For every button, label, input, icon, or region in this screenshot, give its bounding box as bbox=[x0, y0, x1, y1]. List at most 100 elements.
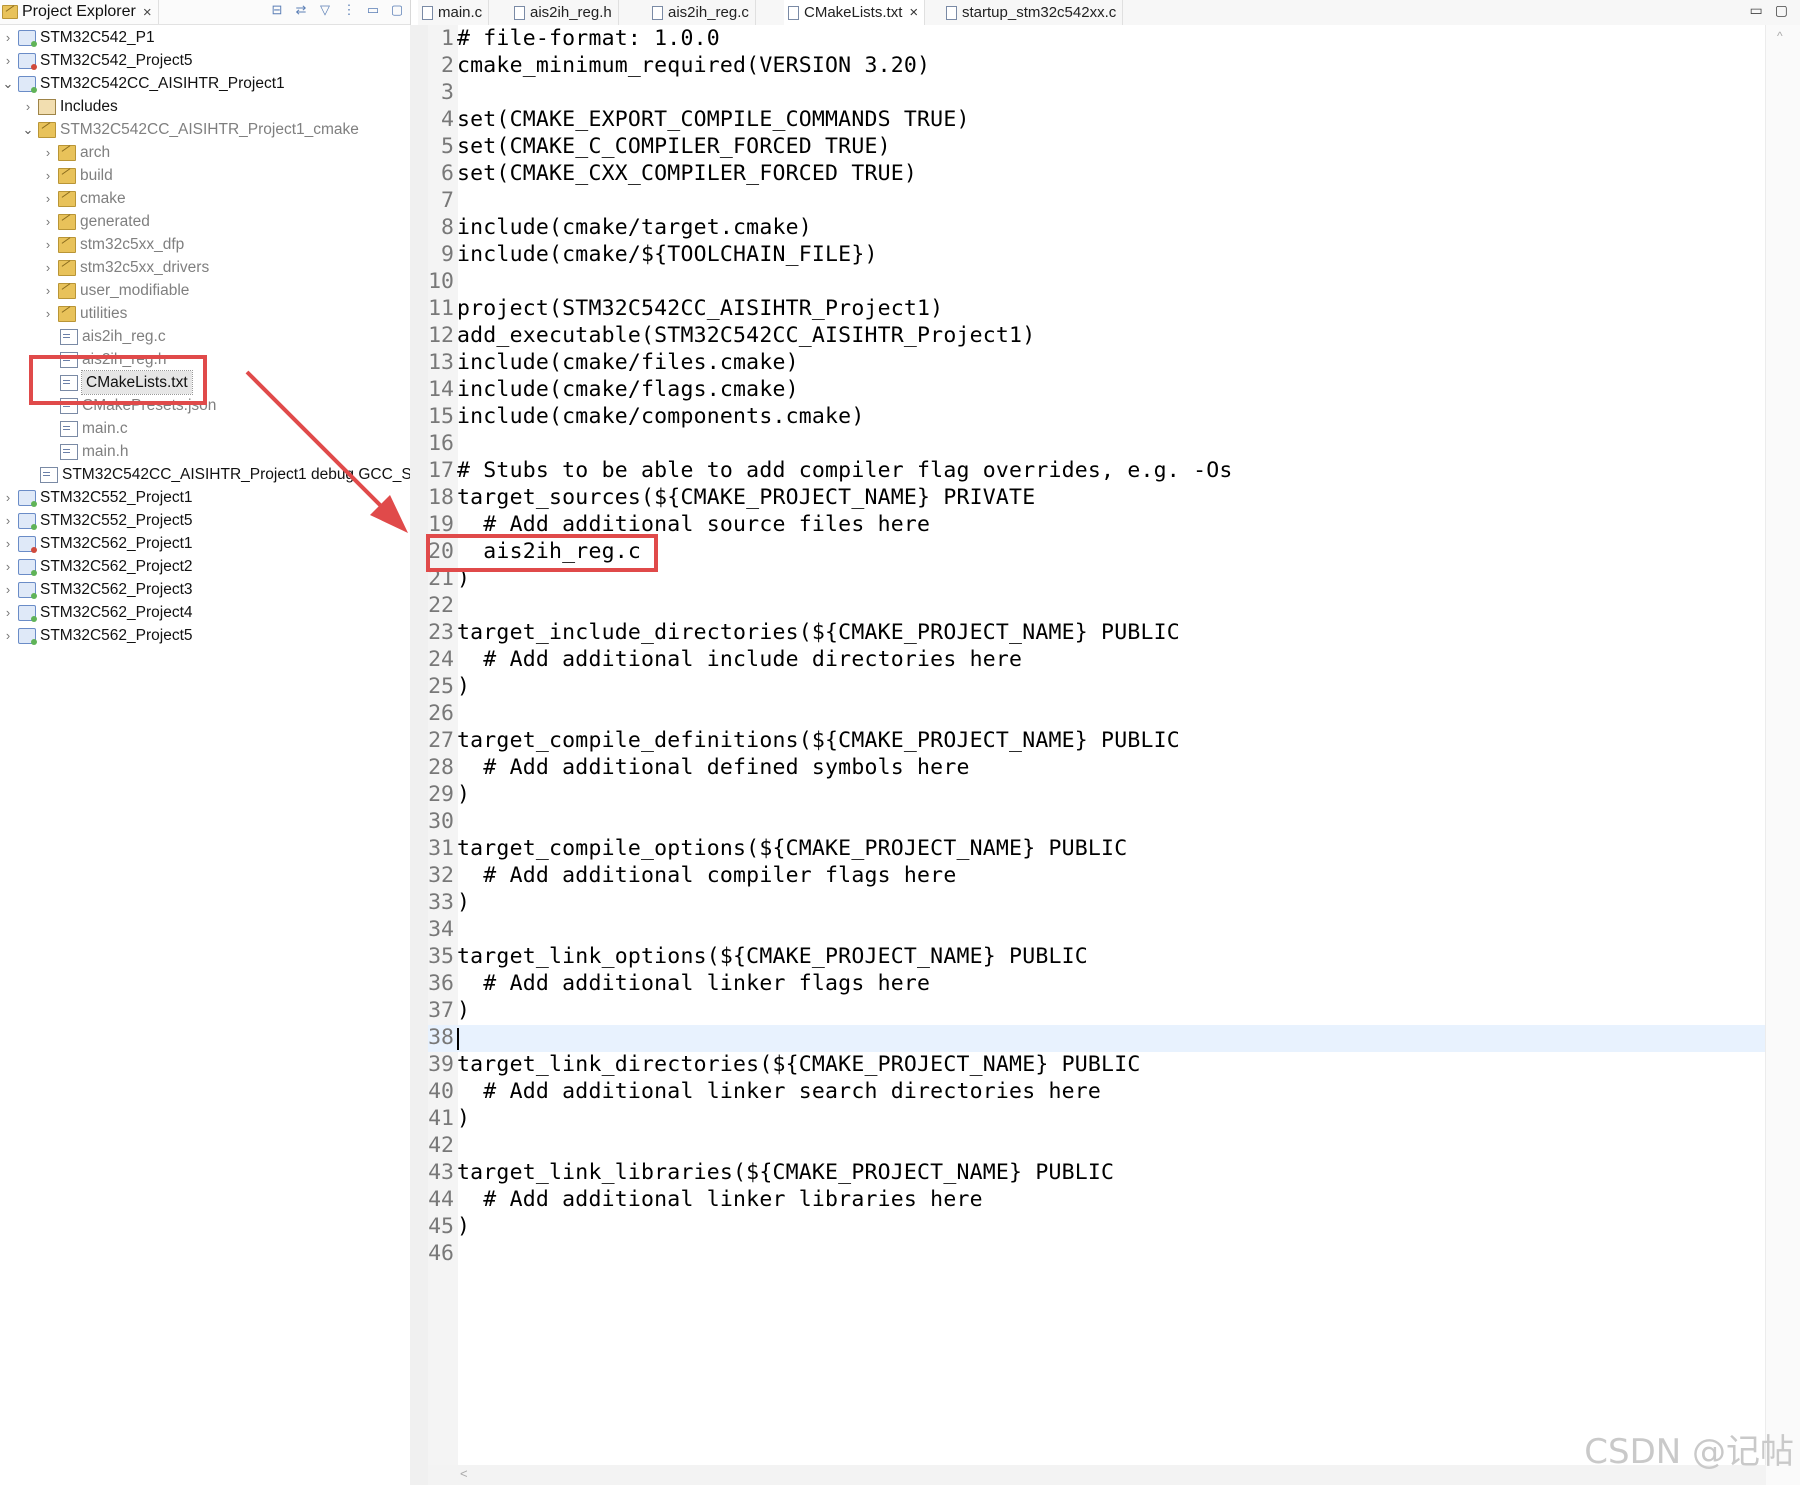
code-line[interactable]: 13 include(cmake/files.cmake) bbox=[428, 349, 799, 376]
code-line[interactable]: 23 target_include_directories(${CMAKE_PRO… bbox=[428, 619, 1180, 646]
chevron-right-icon[interactable]: › bbox=[2, 486, 14, 509]
code-text[interactable]: # Add additional linker flags here bbox=[457, 970, 930, 997]
code-line[interactable]: 7 bbox=[428, 187, 457, 214]
code-line[interactable]: 15 include(cmake/components.cmake) bbox=[428, 403, 864, 430]
code-text[interactable]: cmake_minimum_required(VERSION 3.20) bbox=[457, 52, 930, 79]
code-text[interactable]: target_include_directories(${CMAKE_PROJE… bbox=[457, 619, 1180, 646]
chevron-right-icon[interactable]: › bbox=[22, 95, 34, 118]
code-line[interactable]: 5 set(CMAKE_C_COMPILER_FORCED TRUE) bbox=[428, 133, 891, 160]
code-line[interactable]: 39 target_link_directories(${CMAKE_PROJEC… bbox=[428, 1051, 1141, 1078]
editor-maximize-icon[interactable]: ▢ bbox=[1775, 2, 1788, 19]
code-text[interactable]: ) bbox=[457, 1105, 470, 1132]
code-line[interactable]: 44 # Add additional linker libraries her… bbox=[428, 1186, 983, 1213]
chevron-right-icon[interactable]: › bbox=[42, 302, 54, 325]
tree-item[interactable]: ⌄ STM32C542CC_AISIHTR_Project1 bbox=[0, 72, 285, 95]
code-line[interactable]: 42 bbox=[428, 1132, 457, 1159]
code-line[interactable]: 3 bbox=[428, 79, 457, 106]
tree-item[interactable]: › generated bbox=[0, 210, 150, 233]
code-line[interactable]: 38 bbox=[428, 1024, 457, 1051]
close-icon[interactable]: × bbox=[143, 4, 152, 21]
vertical-scrollbar[interactable]: ^ bbox=[1765, 25, 1800, 1485]
code-line[interactable]: 11 project(STM32C542CC_AISIHTR_Project1) bbox=[428, 295, 943, 322]
collapse-all-icon[interactable]: ⊟ bbox=[270, 2, 284, 18]
code-line[interactable]: 27 target_compile_definitions(${CMAKE_PRO… bbox=[428, 727, 1180, 754]
code-text[interactable]: # Add additional linker libraries here bbox=[457, 1186, 983, 1213]
code-line[interactable]: 17 # Stubs to be able to add compiler fla… bbox=[428, 457, 1233, 484]
chevron-right-icon[interactable]: › bbox=[2, 555, 14, 578]
code-text[interactable]: include(cmake/${TOOLCHAIN_FILE}) bbox=[457, 241, 878, 268]
tree-item[interactable]: › stm32c5xx_drivers bbox=[0, 256, 209, 279]
chevron-right-icon[interactable]: › bbox=[42, 141, 54, 164]
code-text[interactable]: include(cmake/files.cmake) bbox=[457, 349, 799, 376]
code-line[interactable]: 2 cmake_minimum_required(VERSION 3.20) bbox=[428, 52, 930, 79]
tree-item[interactable]: › stm32c5xx_dfp bbox=[0, 233, 184, 256]
code-line[interactable]: 28 # Add additional defined symbols here bbox=[428, 754, 970, 781]
code-line[interactable]: 40 # Add additional linker search direct… bbox=[428, 1078, 1101, 1105]
tree-item[interactable]: ⌄ STM32C542CC_AISIHTR_Project1_cmake bbox=[0, 118, 359, 141]
filter-icon[interactable]: ▽ bbox=[318, 2, 332, 18]
code-text[interactable]: # file-format: 1.0.0 bbox=[457, 25, 720, 52]
code-line[interactable]: 8 include(cmake/target.cmake) bbox=[428, 214, 812, 241]
code-text[interactable]: target_link_options(${CMAKE_PROJECT_NAME… bbox=[457, 943, 1088, 970]
chevron-right-icon[interactable]: › bbox=[42, 164, 54, 187]
code-text[interactable]: set(CMAKE_EXPORT_COMPILE_COMMANDS TRUE) bbox=[457, 106, 970, 133]
tree-item[interactable]: main.c bbox=[0, 417, 128, 440]
editor-minimize-icon[interactable]: ▭ bbox=[1750, 2, 1763, 19]
code-text[interactable]: include(cmake/components.cmake) bbox=[457, 403, 864, 430]
chevron-right-icon[interactable]: › bbox=[42, 279, 54, 302]
tree-item[interactable]: › STM32C562_Project3 bbox=[0, 578, 193, 601]
maximize-icon[interactable]: ▢ bbox=[390, 2, 404, 18]
code-line[interactable]: 43 target_link_libraries(${CMAKE_PROJECT_… bbox=[428, 1159, 1114, 1186]
code-text[interactable]: include(cmake/target.cmake) bbox=[457, 214, 812, 241]
code-text[interactable]: # Add additional defined symbols here bbox=[457, 754, 970, 781]
code-text[interactable]: set(CMAKE_CXX_COMPILER_FORCED TRUE) bbox=[457, 160, 917, 187]
scroll-left-icon[interactable]: < bbox=[460, 1466, 468, 1481]
editor-tab[interactable]: ais2ih_reg.h bbox=[510, 0, 619, 25]
close-tab-icon[interactable]: × bbox=[909, 0, 918, 25]
tree-item[interactable]: › STM32C542_Project5 bbox=[0, 49, 193, 72]
tree-item[interactable]: › build bbox=[0, 164, 113, 187]
chevron-right-icon[interactable]: › bbox=[42, 256, 54, 279]
scroll-up-icon[interactable]: ^ bbox=[1777, 29, 1783, 43]
chevron-right-icon[interactable]: › bbox=[2, 532, 14, 555]
link-editor-icon[interactable]: ⇄ bbox=[294, 2, 308, 18]
code-text[interactable]: target_compile_definitions(${CMAKE_PROJE… bbox=[457, 727, 1180, 754]
code-line[interactable]: 1 # file-format: 1.0.0 bbox=[428, 25, 720, 52]
tree-item[interactable]: ais2ih_reg.c bbox=[0, 325, 166, 348]
code-line[interactable]: 6 set(CMAKE_CXX_COMPILER_FORCED TRUE) bbox=[428, 160, 917, 187]
tree-item[interactable]: main.h bbox=[0, 440, 129, 463]
code-text[interactable]: add_executable(STM32C542CC_AISIHTR_Proje… bbox=[457, 322, 1035, 349]
code-text[interactable]: include(cmake/flags.cmake) bbox=[457, 376, 799, 403]
code-line[interactable]: 33) bbox=[428, 889, 470, 916]
code-text[interactable]: ) bbox=[457, 781, 470, 808]
code-line[interactable]: 35 target_link_options(${CMAKE_PROJECT_NA… bbox=[428, 943, 1088, 970]
tree-item[interactable]: › Includes bbox=[0, 95, 118, 118]
tree-item[interactable]: › user_modifiable bbox=[0, 279, 190, 302]
explorer-tab[interactable]: Project Explorer × bbox=[0, 0, 159, 24]
minimize-icon[interactable]: ▭ bbox=[366, 2, 380, 18]
tree-item[interactable]: › STM32C542_P1 bbox=[0, 26, 155, 49]
code-line[interactable]: 22 bbox=[428, 592, 457, 619]
tree-item[interactable]: › STM32C562_Project2 bbox=[0, 555, 193, 578]
editor-tab[interactable]: CMakeLists.txt × bbox=[784, 0, 926, 27]
code-text[interactable]: # Stubs to be able to add compiler flag … bbox=[457, 457, 1233, 484]
code-line[interactable]: 24 # Add additional include directories … bbox=[428, 646, 1022, 673]
code-line[interactable]: 45) bbox=[428, 1213, 470, 1240]
horizontal-scrollbar[interactable]: < bbox=[428, 1465, 1766, 1485]
code-text[interactable]: target_link_directories(${CMAKE_PROJECT_… bbox=[457, 1051, 1141, 1078]
code-line[interactable]: 9 include(cmake/${TOOLCHAIN_FILE}) bbox=[428, 241, 878, 268]
editor-tab[interactable]: startup_stm32c542xx.c bbox=[942, 0, 1124, 25]
code-line[interactable]: 36 # Add additional linker flags here bbox=[428, 970, 930, 997]
chevron-right-icon[interactable]: › bbox=[42, 187, 54, 210]
code-line[interactable]: 31 target_compile_options(${CMAKE_PROJECT… bbox=[428, 835, 1127, 862]
tree-item[interactable]: › STM32C562_Project5 bbox=[0, 624, 193, 647]
code-text[interactable]: # Add additional compiler flags here bbox=[457, 862, 956, 889]
editor-tab[interactable]: main.c bbox=[418, 0, 490, 25]
code-text[interactable]: ) bbox=[457, 1213, 470, 1240]
code-text[interactable]: target_sources(${CMAKE_PROJECT_NAME} PRI… bbox=[457, 484, 1035, 511]
code-text[interactable]: set(CMAKE_C_COMPILER_FORCED TRUE) bbox=[457, 133, 891, 160]
chevron-right-icon[interactable]: › bbox=[42, 210, 54, 233]
chevron-down-icon[interactable]: ⌄ bbox=[22, 118, 34, 141]
code-line[interactable]: 16 bbox=[428, 430, 457, 457]
code-line[interactable]: 41) bbox=[428, 1105, 470, 1132]
